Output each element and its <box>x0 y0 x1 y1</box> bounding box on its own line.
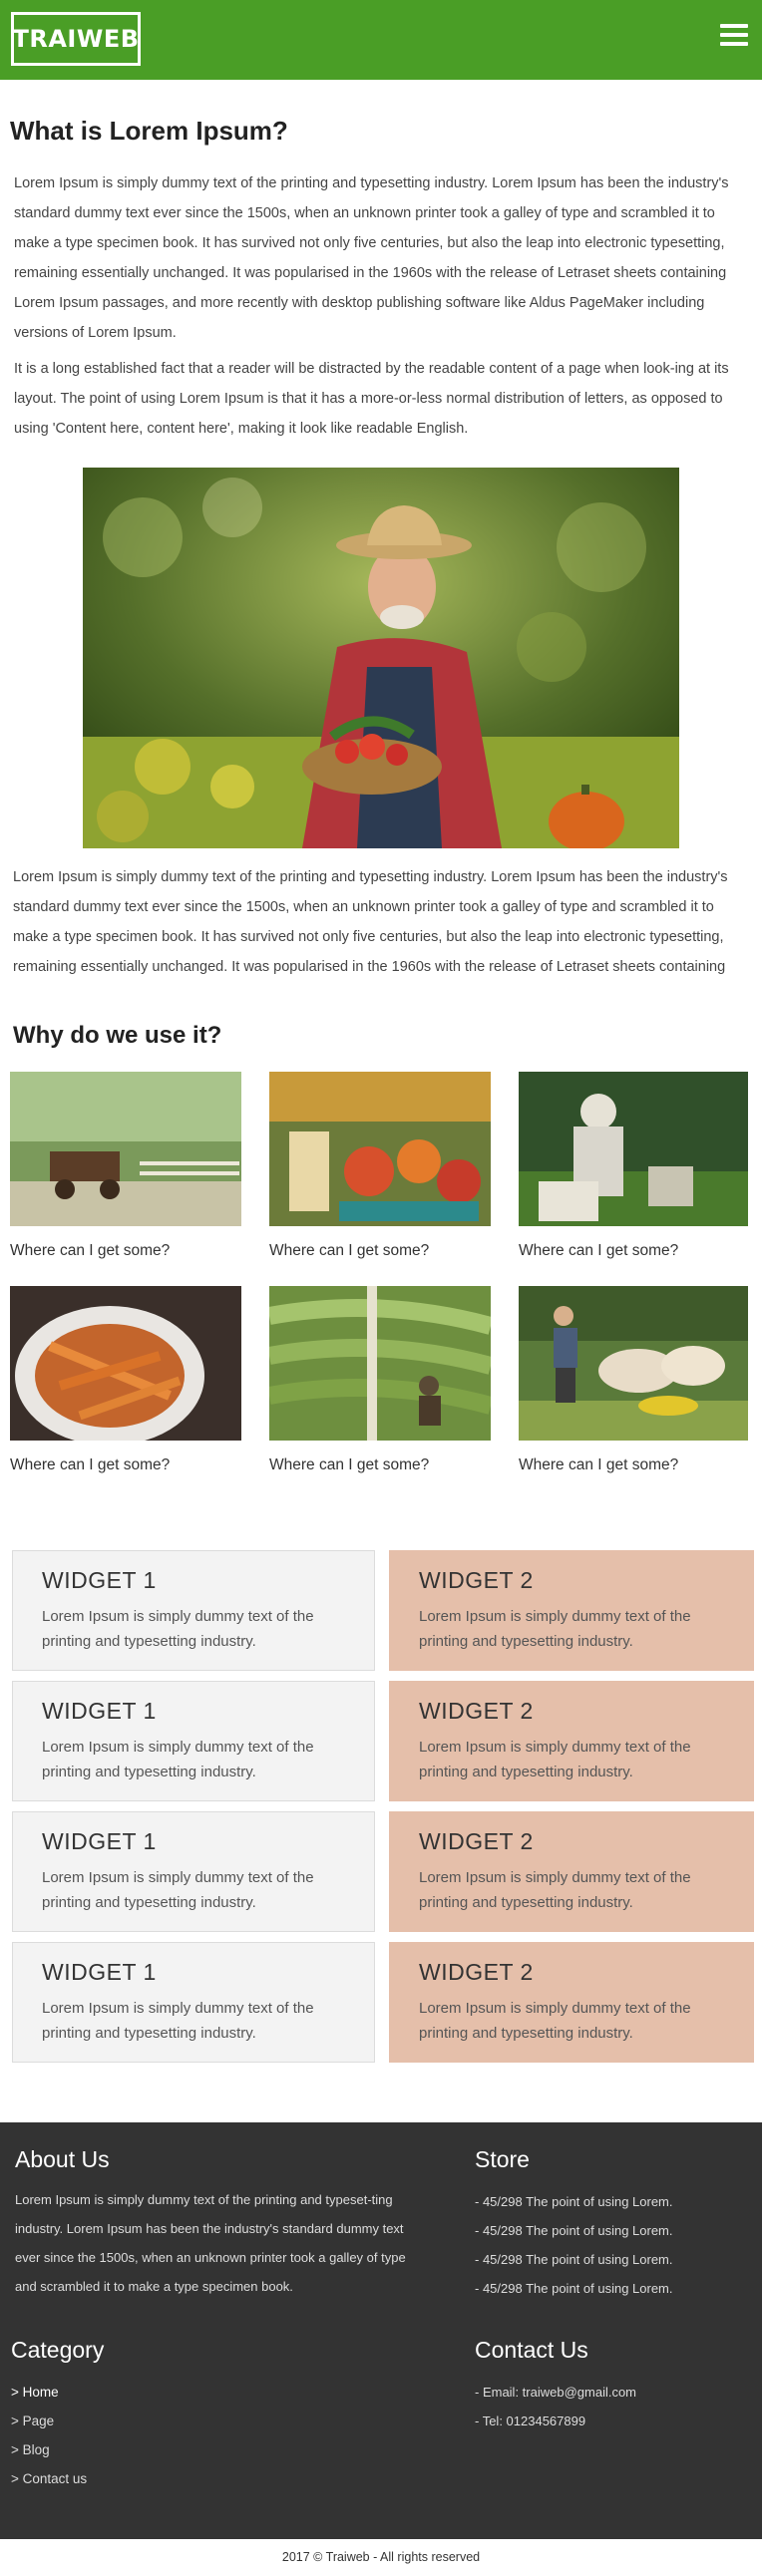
widget-2-card: WIDGET 2 Lorem Ipsum is simply dummy tex… <box>389 1942 754 2064</box>
widget-text: Lorem Ipsum is simply dummy text of the … <box>42 1739 314 1781</box>
gallery-caption: Where can I get some? <box>269 1456 430 1474</box>
contact-phone[interactable]: - Tel: 01234567899 <box>475 2407 754 2435</box>
cart-under-trees-image[interactable] <box>10 1072 241 1227</box>
store-item[interactable]: - 45/298 The point of using Lorem. <box>475 2274 754 2303</box>
gallery-caption: Where can I get some? <box>519 1242 679 1260</box>
gallery-grid: Where can I get some? Where can I get so… <box>10 1072 752 1500</box>
footer-category-title: Category <box>11 2337 105 2364</box>
widget-title: WIDGET 1 <box>42 1567 157 1594</box>
gallery-item[interactable]: Where can I get some? <box>10 1286 241 1500</box>
widget-1-card: WIDGET 1 Lorem Ipsum is simply dummy tex… <box>12 1811 375 1933</box>
widgets-grid: WIDGET 1 Lorem Ipsum is simply dummy tex… <box>10 1550 754 2064</box>
store-item[interactable]: - 45/298 The point of using Lorem. <box>475 2245 754 2274</box>
main-content: What is Lorem Ipsum? Lorem Ipsum is simp… <box>0 116 762 2064</box>
footer-about-title: About Us <box>15 2146 110 2173</box>
widget-text: Lorem Ipsum is simply dummy text of the … <box>419 2000 691 2043</box>
carrots-sack-image[interactable] <box>10 1286 241 1442</box>
gallery-caption: Where can I get some? <box>269 1242 430 1260</box>
gallery-caption: Where can I get some? <box>10 1456 171 1474</box>
second-paragraph: It is a long established fact that a rea… <box>14 361 729 438</box>
footer-contact-list: - Email: traiweb@gmail.com - Tel: 012345… <box>475 2378 754 2435</box>
footer-about-text: Lorem Ipsum is simply dummy text of the … <box>15 2192 406 2295</box>
widget-1-card: WIDGET 1 Lorem Ipsum is simply dummy tex… <box>12 1942 375 2064</box>
footer-category: Category > Home > Page > Blog > Contact … <box>11 2337 310 2493</box>
hamburger-menu-icon[interactable] <box>720 24 748 50</box>
widget-1-card: WIDGET 1 Lorem Ipsum is simply dummy tex… <box>12 1550 375 1672</box>
page-title: What is Lorem Ipsum? <box>10 116 288 146</box>
category-link-page[interactable]: > Page <box>11 2407 310 2435</box>
contact-email[interactable]: - Email: traiweb@gmail.com <box>475 2378 754 2407</box>
copyright-text: 2017 © Traiweb - All rights reserved <box>281 2550 481 2565</box>
widget-title: WIDGET 1 <box>42 1698 157 1725</box>
intro-paragraph: Lorem Ipsum is simply dummy text of the … <box>14 175 729 342</box>
footer-contact: Contact Us - Email: traiweb@gmail.com - … <box>475 2337 754 2435</box>
rice-terrace-image[interactable] <box>269 1286 491 1442</box>
gallery-caption: Where can I get some? <box>10 1242 171 1260</box>
widget-title: WIDGET 2 <box>419 1828 534 1855</box>
site-footer: About Us Lorem Ipsum is simply dummy tex… <box>0 2122 762 2540</box>
widget-text: Lorem Ipsum is simply dummy text of the … <box>419 1739 691 1781</box>
footer-store-title: Store <box>475 2146 530 2173</box>
widget-2-card: WIDGET 2 Lorem Ipsum is simply dummy tex… <box>389 1681 754 1802</box>
category-link-home[interactable]: > Home <box>11 2378 310 2407</box>
widget-text: Lorem Ipsum is simply dummy text of the … <box>42 1869 314 1912</box>
hero-farmer-image <box>83 468 679 849</box>
gallery-item[interactable]: Where can I get some? <box>519 1072 748 1286</box>
widget-title: WIDGET 1 <box>42 1959 157 1986</box>
widget-text: Lorem Ipsum is simply dummy text of the … <box>42 1608 314 1651</box>
widget-text: Lorem Ipsum is simply dummy text of the … <box>42 2000 314 2043</box>
farmer-illustration <box>83 468 679 849</box>
widget-title: WIDGET 2 <box>419 1959 534 1986</box>
widget-text: Lorem Ipsum is simply dummy text of the … <box>419 1869 691 1912</box>
widget-text: Lorem Ipsum is simply dummy text of the … <box>419 1608 691 1651</box>
widget-2-card: WIDGET 2 Lorem Ipsum is simply dummy tex… <box>389 1811 754 1933</box>
category-link-blog[interactable]: > Blog <box>11 2435 310 2464</box>
widget-title: WIDGET 1 <box>42 1828 157 1855</box>
why-section-title: Why do we use it? <box>13 1022 222 1050</box>
store-item[interactable]: - 45/298 The point of using Lorem. <box>475 2216 754 2245</box>
top-bar: TRAIWEB <box>0 0 762 80</box>
store-item[interactable]: - 45/298 The point of using Lorem. <box>475 2187 754 2216</box>
footer-about: About Us Lorem Ipsum is simply dummy tex… <box>15 2146 419 2301</box>
third-paragraph: Lorem Ipsum is simply dummy text of the … <box>13 869 728 976</box>
widget-1-card: WIDGET 1 Lorem Ipsum is simply dummy tex… <box>12 1681 375 1802</box>
footer-category-list: > Home > Page > Blog > Contact us <box>11 2378 310 2493</box>
gallery-item[interactable]: Where can I get some? <box>269 1072 491 1286</box>
footer-store-list: - 45/298 The point of using Lorem. - 45/… <box>475 2187 754 2303</box>
widget-title: WIDGET 2 <box>419 1698 534 1725</box>
category-link-contact[interactable]: > Contact us <box>11 2464 310 2493</box>
footer-store: Store - 45/298 The point of using Lorem.… <box>475 2146 754 2303</box>
market-vegetables-image[interactable] <box>269 1072 491 1227</box>
farmer-cows-image[interactable] <box>519 1286 748 1442</box>
footer-contact-title: Contact Us <box>475 2337 588 2364</box>
site-logo[interactable]: TRAIWEB <box>11 12 141 66</box>
gallery-caption: Where can I get some? <box>519 1456 679 1474</box>
gallery-item[interactable]: Where can I get some? <box>519 1286 748 1500</box>
gallery-item[interactable]: Where can I get some? <box>10 1072 241 1286</box>
widget-title: WIDGET 2 <box>419 1567 534 1594</box>
widget-2-card: WIDGET 2 Lorem Ipsum is simply dummy tex… <box>389 1550 754 1672</box>
gallery-item[interactable]: Where can I get some? <box>269 1286 491 1500</box>
beekeeper-image[interactable] <box>519 1072 748 1227</box>
